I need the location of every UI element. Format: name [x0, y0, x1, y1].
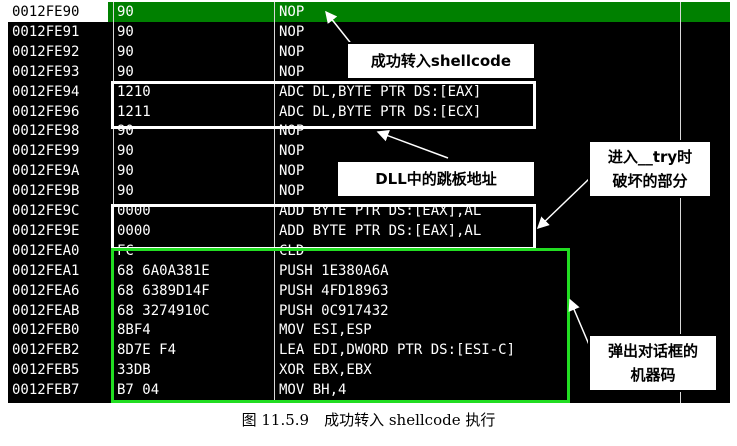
debugger-disassembly-view: 0012FE90 90 NOP 0012FE91 90 NOP 0012FE92 90 NOP 0… — [8, 2, 730, 403]
callout-shellcode: 成功转入shellcode — [346, 42, 536, 80]
arrow-to-try-box — [536, 177, 591, 230]
callout-dll-jump-address: DLL中的跳板地址 — [336, 160, 536, 198]
figure-caption: 图 11.5.9 成功转入 shellcode 执行 — [241, 411, 496, 429]
callout-try-corrupted: 进入__try时 破坏的部分 — [588, 140, 712, 198]
callout-machine-code: 弹出对话框的 机器码 — [588, 334, 718, 392]
arrow-to-shellcode-row — [325, 10, 354, 47]
arrow-to-dll-box — [376, 130, 449, 159]
arrow-to-machine-code-box — [568, 298, 591, 348]
